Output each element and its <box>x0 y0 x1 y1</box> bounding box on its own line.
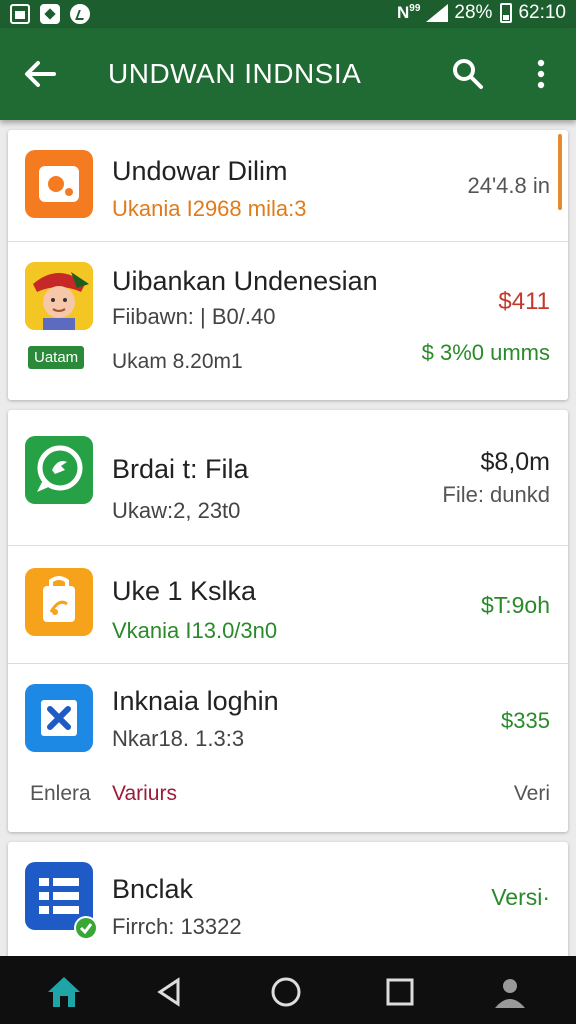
list-item[interactable]: Brdai t: Fila Ukaw:2, 23t0 $8,0m File: d… <box>8 410 568 546</box>
status-bar: N99 28% 62:10 <box>0 0 576 28</box>
person-icon[interactable] <box>490 972 530 1012</box>
item-size: 24'4.8 in <box>467 173 551 198</box>
home-circle-icon[interactable] <box>266 972 306 1012</box>
item-footer-link[interactable]: Variurs <box>112 782 177 806</box>
app-title: UNDWAN INDNSIA <box>108 58 362 89</box>
item-file-label: File: dunkd <box>442 482 550 507</box>
search-icon[interactable] <box>450 56 486 92</box>
item-title: Brdai t: Fila <box>112 454 249 484</box>
verified-check-icon <box>74 916 98 940</box>
app-bar: UNDWAN INDNSIA <box>0 28 576 120</box>
item-subtitle: Nkar18. 1.3:3 <box>112 726 245 751</box>
item-title: Undowar Dilim <box>112 156 288 186</box>
nav-bar <box>0 956 576 1024</box>
chat-bubble-icon <box>25 436 93 504</box>
item-footer-right: Veri <box>513 782 550 805</box>
image-editor-icon <box>25 150 93 218</box>
back-arrow-icon[interactable] <box>22 56 58 92</box>
item-subtitle: Fiibawn: | B0/.40 <box>112 304 276 329</box>
network-type-label: N99 <box>397 3 421 22</box>
list-item[interactable]: Bnclak Firrch: 13322 Versi· <box>8 842 568 972</box>
sync-notification-icon <box>70 4 90 24</box>
back-triangle-icon[interactable] <box>150 972 190 1012</box>
list-item[interactable]: Uibankan Undenesian Fiibawn: | B0/.40 Ua… <box>8 242 568 400</box>
item-price: $T:9oh <box>480 592 550 618</box>
signal-icon <box>426 4 449 22</box>
item-title: Uibankan Undenesian <box>112 266 378 296</box>
item-version: Versi· <box>491 884 550 910</box>
shopping-bag-icon <box>25 568 93 636</box>
item-right-detail: $ 3%0 umms <box>421 340 550 365</box>
battery-percent: 28% <box>454 2 493 23</box>
gallery-notification-icon <box>10 4 30 24</box>
item-subtitle: Firrch: 13322 <box>112 914 242 939</box>
item-price: $335 <box>501 708 550 733</box>
more-vert-icon[interactable] <box>528 56 554 92</box>
item-footer-left: Enlera <box>30 782 91 805</box>
notification-icons <box>10 4 90 24</box>
item-detail: Ukam 8.20m1 <box>112 350 243 373</box>
list-item[interactable]: Undowar Dilim Ukania I2968 mila:3 24'4.8… <box>8 130 568 242</box>
avatar-character-icon <box>25 262 93 330</box>
battery-icon <box>500 3 513 23</box>
list-item[interactable]: Inknaia loghin Nkar18. 1.3:3 $335 Enlera… <box>8 664 568 832</box>
item-price: $8,0m <box>480 448 550 476</box>
status-badge: Uatam <box>28 346 85 369</box>
item-subtitle: Ukania I2968 mila:3 <box>112 196 307 221</box>
scroll-indicator <box>558 134 562 210</box>
home-icon[interactable] <box>44 972 84 1012</box>
clock: 62:10 <box>518 2 566 23</box>
item-price: $411 <box>498 288 550 315</box>
list-card: Bnclak Firrch: 13322 Versi· <box>8 842 568 972</box>
item-subtitle: Ukaw:2, 23t0 <box>112 498 241 523</box>
close-x-icon <box>25 684 93 752</box>
list-card: Undowar Dilim Ukania I2968 mila:3 24'4.8… <box>8 130 568 400</box>
item-title: Bnclak <box>112 874 194 904</box>
list-item[interactable]: Uke 1 Kslka Vkania I13.0/3n0 $T:9oh <box>8 546 568 664</box>
item-title: Inknaia loghin <box>112 686 279 716</box>
status-indicators: N99 28% 62:10 <box>397 2 566 24</box>
recents-square-icon[interactable] <box>380 972 420 1012</box>
list-card: Brdai t: Fila Ukaw:2, 23t0 $8,0m File: d… <box>8 410 568 832</box>
item-subtitle: Vkania I13.0/3n0 <box>112 618 278 643</box>
item-title: Uke 1 Kslka <box>112 576 257 606</box>
app-notification-icon <box>40 4 60 24</box>
